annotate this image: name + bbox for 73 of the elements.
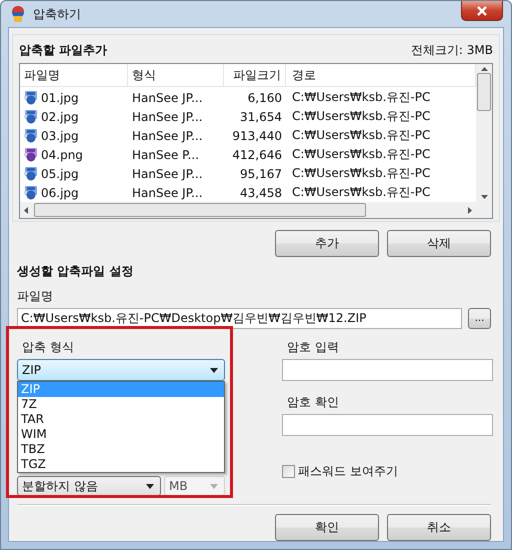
scroll-right-icon: [468, 206, 472, 214]
password-confirm-field[interactable]: [282, 414, 493, 436]
dialog-button[interactable]: 확인: [275, 514, 379, 541]
column-header[interactable]: 형식: [128, 64, 224, 86]
dropdown-option[interactable]: 7Z: [18, 397, 224, 412]
image-file-icon: [24, 128, 38, 142]
action-button[interactable]: 추가: [275, 230, 379, 257]
checkbox-label: 패스워드 보여주기: [298, 463, 398, 480]
image-file-icon: [24, 186, 38, 200]
caret-icon: [146, 484, 154, 488]
close-icon: [476, 6, 488, 16]
dialog-button[interactable]: 취소: [387, 514, 491, 541]
checkbox[interactable]: [282, 465, 295, 478]
app-icon: [9, 5, 27, 23]
password-field[interactable]: [282, 359, 493, 381]
scroll-left-icon: [24, 206, 28, 214]
scroll-down-icon: [480, 195, 488, 199]
table-cell-text: C:₩Users₩ksb.유진-PC: [291, 165, 432, 182]
file-name: 02.jpg: [41, 110, 79, 124]
field-label: 암호 확인: [287, 394, 340, 411]
scroll-up-icon: [480, 67, 488, 71]
window-title: 압축하기: [33, 6, 81, 22]
table-cell-text: HanSee JP...: [131, 90, 204, 104]
total-size: 전체크기: 3MB: [410, 42, 493, 59]
table-cell-text: C:₩Users₩ksb.유진-PC: [291, 89, 432, 106]
dropdown-option[interactable]: TGZ: [18, 457, 224, 472]
field-label: 압축 형식: [22, 339, 75, 356]
dropdown-option[interactable]: TBZ: [18, 442, 224, 457]
split-dropdown[interactable]: 분할하지 않음: [17, 476, 161, 496]
table-cell-text: C:₩Users₩ksb.유진-PC: [291, 184, 432, 201]
file-name: 03.jpg: [41, 128, 79, 142]
dropdown-option[interactable]: WIM: [18, 427, 224, 442]
caret-icon: [210, 484, 218, 488]
table-cell-text: HanSee P...: [131, 148, 200, 162]
field-label: 파일명: [17, 288, 54, 305]
close-button[interactable]: [461, 1, 503, 21]
action-button[interactable]: 삭제: [387, 230, 491, 257]
horizontal-scrollbar[interactable]: [20, 202, 476, 218]
file-name: 06.jpg: [41, 186, 79, 200]
table-cell-text: 6,160: [246, 90, 283, 104]
column-header[interactable]: 파일명: [20, 64, 128, 86]
table-cell-text: HanSee JP...: [131, 166, 204, 180]
browse-button[interactable]: ...: [468, 308, 491, 329]
table-cell-text: 95,167: [239, 166, 283, 180]
file-list[interactable]: [19, 63, 493, 219]
vertical-scrollbar[interactable]: [476, 64, 492, 202]
table-cell-text: C:₩Users₩ksb.유진-PC: [291, 127, 432, 144]
dropdown-option[interactable]: TAR: [18, 412, 224, 427]
table-cell-text: 43,458: [239, 186, 283, 200]
file-name: 04.png: [41, 148, 83, 162]
section-title: 생성할 압축파일 설정: [17, 263, 134, 280]
table-cell-text: 913,440: [231, 128, 283, 142]
table-cell-text: C:₩Users₩ksb.유진-PC: [291, 108, 432, 125]
column-header[interactable]: 파일크기: [224, 64, 286, 86]
image-file-icon: [24, 90, 38, 104]
table-cell-text: HanSee JP...: [131, 128, 204, 142]
table-cell-text: HanSee JP...: [131, 110, 204, 124]
caret-icon: [210, 368, 218, 372]
file-name: 05.jpg: [41, 166, 79, 180]
table-cell-text: 31,654: [239, 110, 283, 124]
file-name: 01.jpg: [41, 90, 79, 104]
table-cell-text: 412,646: [231, 148, 283, 162]
field-label: 암호 입력: [287, 339, 340, 356]
section-title: 압축할 파일추가: [19, 42, 108, 59]
image-file-icon: [24, 148, 38, 162]
image-file-icon: [24, 166, 38, 180]
scroll-thumb[interactable]: [34, 203, 366, 217]
table-cell-text: HanSee JP...: [131, 186, 204, 200]
image-file-icon: [24, 110, 38, 124]
scroll-thumb[interactable]: [477, 73, 491, 111]
filename-field[interactable]: C:₩Users₩ksb.유진-PC₩Desktop₩김우빈₩김우빈₩12.ZIP: [17, 308, 462, 329]
table-cell-text: C:₩Users₩ksb.유진-PC: [291, 146, 432, 163]
format-dropdown[interactable]: ZIP: [17, 359, 225, 381]
